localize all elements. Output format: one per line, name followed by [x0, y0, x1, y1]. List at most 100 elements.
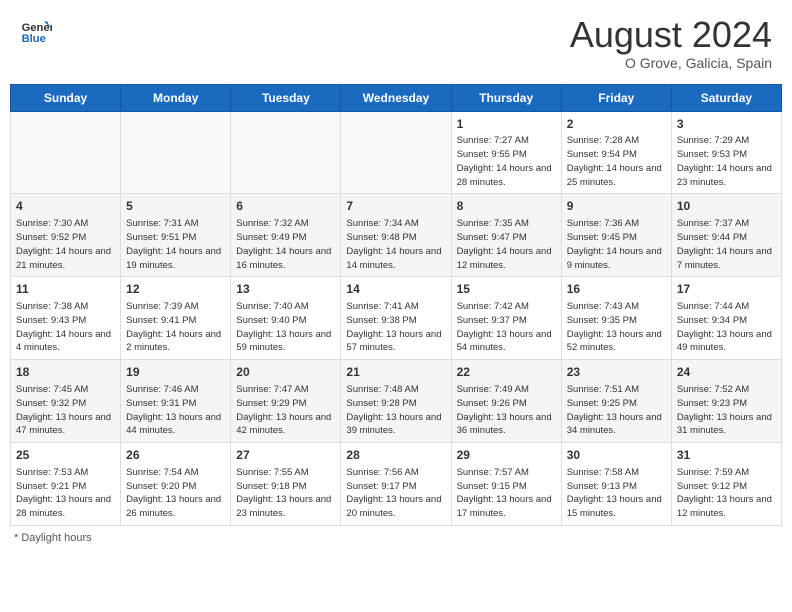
- day-number: 6: [236, 198, 335, 215]
- calendar-cell: 21 Sunrise: 7:48 AMSunset: 9:28 PMDayligh…: [341, 360, 451, 443]
- day-number: 31: [677, 447, 776, 464]
- day-info: Sunrise: 7:45 AMSunset: 9:32 PMDaylight:…: [16, 383, 115, 438]
- calendar-cell: 15Sunrise: 7:42 AMSunset: 9:37 PMDayligh…: [451, 277, 561, 360]
- calendar-cell: 4 Sunrise: 7:30 AMSunset: 9:52 PMDaylight…: [11, 194, 121, 277]
- day-info: Sunrise: 7:28 AMSunset: 9:54 PMDaylight:…: [567, 134, 666, 189]
- day-number: 10: [677, 198, 776, 215]
- day-number: 5: [126, 198, 225, 215]
- day-info: Sunrise: 7:38 AMSunset: 9:43 PMDaylight:…: [16, 300, 115, 355]
- calendar-week-row: 4 Sunrise: 7:30 AMSunset: 9:52 PMDaylight…: [11, 194, 782, 277]
- calendar-week-row: 25 Sunrise: 7:53 AMSunset: 9:21 PMDayligh…: [11, 443, 782, 526]
- calendar-cell: 27Sunrise: 7:55 AMSunset: 9:18 PMDayligh…: [231, 443, 341, 526]
- calendar-cell: 9 Sunrise: 7:36 AMSunset: 9:45 PMDaylight…: [561, 194, 671, 277]
- calendar-day-header: Sunday: [11, 84, 121, 111]
- calendar-cell: 19Sunrise: 7:46 AMSunset: 9:31 PMDayligh…: [121, 360, 231, 443]
- calendar-cell: 5Sunrise: 7:31 AMSunset: 9:51 PMDaylight…: [121, 194, 231, 277]
- day-info: Sunrise: 7:52 AMSunset: 9:23 PMDaylight:…: [677, 383, 776, 438]
- day-info: Sunrise: 7:30 AMSunset: 9:52 PMDaylight:…: [16, 217, 115, 272]
- calendar-cell: 13 Sunrise: 7:40 AMSunset: 9:40 PMDayligh…: [231, 277, 341, 360]
- calendar-cell: [231, 111, 341, 194]
- day-number: 1: [457, 116, 556, 133]
- day-info: Sunrise: 7:43 AMSunset: 9:35 PMDaylight:…: [567, 300, 666, 355]
- month-year-title: August 2024: [570, 15, 772, 55]
- calendar-cell: 22Sunrise: 7:49 AMSunset: 9:26 PMDayligh…: [451, 360, 561, 443]
- day-info: Sunrise: 7:54 AMSunset: 9:20 PMDaylight:…: [126, 466, 225, 521]
- calendar-header-row: SundayMondayTuesdayWednesdayThursdayFrid…: [11, 84, 782, 111]
- day-number: 12: [126, 281, 225, 298]
- day-number: 28: [346, 447, 445, 464]
- calendar-cell: 24Sunrise: 7:52 AMSunset: 9:23 PMDayligh…: [671, 360, 781, 443]
- day-number: 13: [236, 281, 335, 298]
- calendar-cell: 1Sunrise: 7:27 AMSunset: 9:55 PMDaylight…: [451, 111, 561, 194]
- calendar-cell: 8 Sunrise: 7:35 AMSunset: 9:47 PMDaylight…: [451, 194, 561, 277]
- day-number: 11: [16, 281, 115, 298]
- day-number: 7: [346, 198, 445, 215]
- calendar-day-header: Monday: [121, 84, 231, 111]
- day-info: Sunrise: 7:44 AMSunset: 9:34 PMDaylight:…: [677, 300, 776, 355]
- calendar-week-row: 11 Sunrise: 7:38 AMSunset: 9:43 PMDayligh…: [11, 277, 782, 360]
- calendar-cell: 30 Sunrise: 7:58 AMSunset: 9:13 PMDayligh…: [561, 443, 671, 526]
- day-info: Sunrise: 7:36 AMSunset: 9:45 PMDaylight:…: [567, 217, 666, 272]
- calendar-cell: 29Sunrise: 7:57 AMSunset: 9:15 PMDayligh…: [451, 443, 561, 526]
- calendar-day-header: Saturday: [671, 84, 781, 111]
- calendar-week-row: 1Sunrise: 7:27 AMSunset: 9:55 PMDaylight…: [11, 111, 782, 194]
- day-info: Sunrise: 7:47 AMSunset: 9:29 PMDaylight:…: [236, 383, 335, 438]
- calendar-cell: 23Sunrise: 7:51 AMSunset: 9:25 PMDayligh…: [561, 360, 671, 443]
- day-info: Sunrise: 7:34 AMSunset: 9:48 PMDaylight:…: [346, 217, 445, 272]
- calendar-cell: 25 Sunrise: 7:53 AMSunset: 9:21 PMDayligh…: [11, 443, 121, 526]
- day-number: 25: [16, 447, 115, 464]
- calendar-table: SundayMondayTuesdayWednesdayThursdayFrid…: [10, 84, 782, 526]
- day-info: Sunrise: 7:27 AMSunset: 9:55 PMDaylight:…: [457, 134, 556, 189]
- calendar-body: 1Sunrise: 7:27 AMSunset: 9:55 PMDaylight…: [11, 111, 782, 525]
- day-number: 3: [677, 116, 776, 133]
- day-info: Sunrise: 7:42 AMSunset: 9:37 PMDaylight:…: [457, 300, 556, 355]
- calendar-cell: 11 Sunrise: 7:38 AMSunset: 9:43 PMDayligh…: [11, 277, 121, 360]
- calendar-cell: [11, 111, 121, 194]
- day-number: 29: [457, 447, 556, 464]
- calendar-day-header: Friday: [561, 84, 671, 111]
- day-info: Sunrise: 7:48 AMSunset: 9:28 PMDaylight:…: [346, 383, 445, 438]
- calendar-cell: 20Sunrise: 7:47 AMSunset: 9:29 PMDayligh…: [231, 360, 341, 443]
- calendar-cell: 31Sunrise: 7:59 AMSunset: 9:12 PMDayligh…: [671, 443, 781, 526]
- calendar-cell: 16 Sunrise: 7:43 AMSunset: 9:35 PMDayligh…: [561, 277, 671, 360]
- day-info: Sunrise: 7:55 AMSunset: 9:18 PMDaylight:…: [236, 466, 335, 521]
- logo-icon: General Blue: [20, 15, 52, 47]
- day-info: Sunrise: 7:40 AMSunset: 9:40 PMDaylight:…: [236, 300, 335, 355]
- daylight-label: Daylight hours: [21, 532, 91, 544]
- day-info: Sunrise: 7:46 AMSunset: 9:31 PMDaylight:…: [126, 383, 225, 438]
- day-number: 22: [457, 364, 556, 381]
- day-info: Sunrise: 7:41 AMSunset: 9:38 PMDaylight:…: [346, 300, 445, 355]
- calendar-cell: 2Sunrise: 7:28 AMSunset: 9:54 PMDaylight…: [561, 111, 671, 194]
- calendar-cell: [341, 111, 451, 194]
- day-info: Sunrise: 7:56 AMSunset: 9:17 PMDaylight:…: [346, 466, 445, 521]
- calendar-cell: [121, 111, 231, 194]
- day-info: Sunrise: 7:37 AMSunset: 9:44 PMDaylight:…: [677, 217, 776, 272]
- day-number: 21: [346, 364, 445, 381]
- day-info: Sunrise: 7:35 AMSunset: 9:47 PMDaylight:…: [457, 217, 556, 272]
- day-number: 23: [567, 364, 666, 381]
- calendar-cell: 18 Sunrise: 7:45 AMSunset: 9:32 PMDayligh…: [11, 360, 121, 443]
- page-header: General Blue August 2024 O Grove, Galici…: [10, 10, 782, 76]
- footer: * Daylight hours: [10, 532, 782, 544]
- day-number: 16: [567, 281, 666, 298]
- calendar-cell: 28 Sunrise: 7:56 AMSunset: 9:17 PMDayligh…: [341, 443, 451, 526]
- calendar-day-header: Wednesday: [341, 84, 451, 111]
- day-number: 30: [567, 447, 666, 464]
- day-number: 14: [346, 281, 445, 298]
- day-info: Sunrise: 7:53 AMSunset: 9:21 PMDaylight:…: [16, 466, 115, 521]
- day-number: 4: [16, 198, 115, 215]
- location-subtitle: O Grove, Galicia, Spain: [570, 55, 772, 71]
- calendar-week-row: 18 Sunrise: 7:45 AMSunset: 9:32 PMDayligh…: [11, 360, 782, 443]
- calendar-cell: 10 Sunrise: 7:37 AMSunset: 9:44 PMDayligh…: [671, 194, 781, 277]
- day-number: 2: [567, 116, 666, 133]
- day-number: 8: [457, 198, 556, 215]
- day-number: 9: [567, 198, 666, 215]
- calendar-cell: 3Sunrise: 7:29 AMSunset: 9:53 PMDaylight…: [671, 111, 781, 194]
- calendar-day-header: Thursday: [451, 84, 561, 111]
- day-info: Sunrise: 7:58 AMSunset: 9:13 PMDaylight:…: [567, 466, 666, 521]
- svg-text:Blue: Blue: [22, 33, 46, 45]
- calendar-cell: 6 Sunrise: 7:32 AMSunset: 9:49 PMDaylight…: [231, 194, 341, 277]
- day-info: Sunrise: 7:32 AMSunset: 9:49 PMDaylight:…: [236, 217, 335, 272]
- day-number: 18: [16, 364, 115, 381]
- calendar-cell: 7 Sunrise: 7:34 AMSunset: 9:48 PMDaylight…: [341, 194, 451, 277]
